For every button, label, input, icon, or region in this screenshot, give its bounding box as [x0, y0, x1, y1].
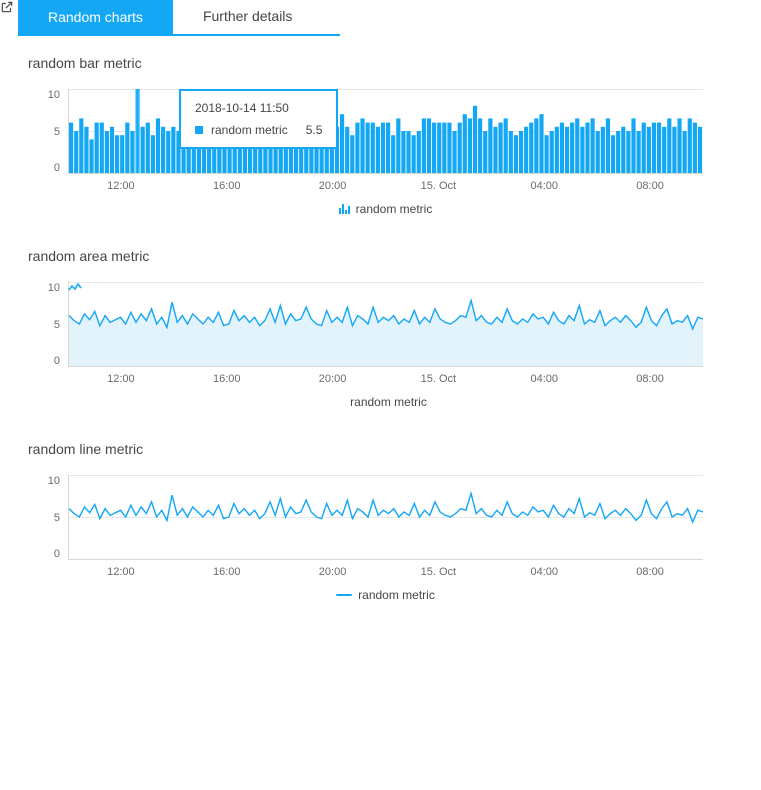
- x-tick: 08:00: [597, 566, 703, 578]
- y-tick: 10: [40, 475, 60, 487]
- legend-label: random metric: [356, 202, 433, 216]
- x-tick: 08:00: [597, 180, 703, 192]
- x-tick: 15. Oct: [385, 373, 491, 385]
- x-tick: 16:00: [174, 373, 280, 385]
- legend-item[interactable]: random metric: [68, 578, 703, 610]
- x-tick: 12:00: [68, 566, 174, 578]
- legend-label: random metric: [350, 395, 427, 409]
- plot-area[interactable]: 2018-10-14 11:50 random metric 5.5: [68, 89, 703, 174]
- y-tick: 5: [40, 512, 60, 524]
- plot-area[interactable]: [68, 475, 703, 560]
- x-tick: 15. Oct: [385, 180, 491, 192]
- chart-section-bar: random bar metric 10 5 0 2018-10-14 11:5…: [0, 37, 761, 230]
- chart-title: random line metric: [28, 441, 733, 457]
- y-tick: 10: [40, 89, 60, 101]
- chart-title: random area metric: [28, 248, 733, 264]
- legend-item[interactable]: random metric: [68, 385, 703, 417]
- y-tick: 10: [40, 282, 60, 294]
- chart-title: random bar metric: [28, 55, 733, 71]
- x-tick: 16:00: [174, 180, 280, 192]
- x-axis: 12:00 16:00 20:00 15. Oct 04:00 08:00: [68, 367, 703, 385]
- x-tick: 20:00: [280, 180, 386, 192]
- legend-item[interactable]: random metric: [68, 192, 703, 224]
- x-axis: 12:00 16:00 20:00 15. Oct 04:00 08:00: [68, 174, 703, 192]
- x-tick: 04:00: [491, 566, 597, 578]
- y-tick: 0: [40, 355, 60, 367]
- chart-area[interactable]: 10 5 0 12:00 16:00 20:00 15. Oct 04:00 0…: [68, 282, 703, 417]
- tab-label: Further details: [203, 8, 292, 24]
- y-axis: 10 5 0: [40, 475, 60, 560]
- y-tick: 0: [40, 548, 60, 560]
- x-tick: 04:00: [491, 180, 597, 192]
- y-axis: 10 5 0: [40, 282, 60, 367]
- x-tick: 12:00: [68, 373, 174, 385]
- x-tick: 04:00: [491, 373, 597, 385]
- chart-area[interactable]: 10 5 0 12:00 16:00 20:00 15. Oct 04:00 0…: [68, 475, 703, 610]
- x-tick: 16:00: [174, 566, 280, 578]
- plot-area[interactable]: [68, 282, 703, 367]
- x-tick: 15. Oct: [385, 566, 491, 578]
- x-tick: 12:00: [68, 180, 174, 192]
- legend-label: random metric: [358, 588, 435, 602]
- y-tick: 5: [40, 319, 60, 331]
- x-tick: 08:00: [597, 373, 703, 385]
- chart-section-line: random line metric 10 5 0 12:00 16:00 20…: [0, 423, 761, 616]
- bar-chart-icon: [339, 204, 350, 214]
- x-tick: 20:00: [280, 566, 386, 578]
- tab-random-charts[interactable]: Random charts: [18, 0, 173, 36]
- tab-further-details[interactable]: Further details: [173, 0, 340, 36]
- y-axis: 10 5 0: [40, 89, 60, 174]
- y-tick: 5: [40, 126, 60, 138]
- tab-label: Random charts: [48, 9, 143, 25]
- x-axis: 12:00 16:00 20:00 15. Oct 04:00 08:00: [68, 560, 703, 578]
- chart-section-area: random area metric 10 5 0 12:00 16:00 20…: [0, 230, 761, 423]
- tab-bar: Random charts Further details: [0, 0, 761, 37]
- chart-area[interactable]: 10 5 0 2018-10-14 11:50 random metric 5.…: [68, 89, 703, 224]
- x-tick: 20:00: [280, 373, 386, 385]
- line-chart-icon: [336, 594, 352, 596]
- y-tick: 0: [40, 162, 60, 174]
